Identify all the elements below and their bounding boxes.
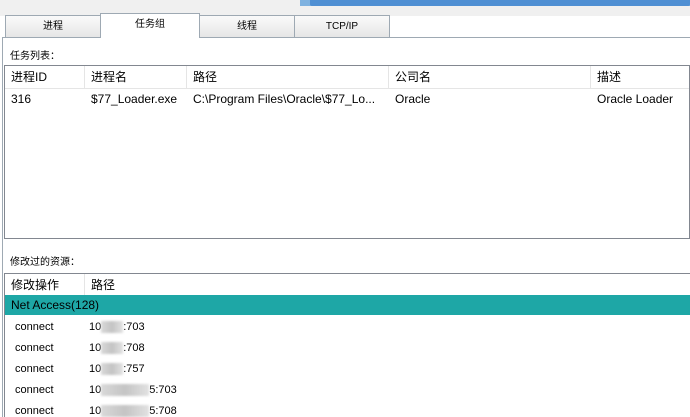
address-text: 10:708 <box>89 342 145 355</box>
redacted-block <box>101 405 150 417</box>
operation-text: connect <box>15 342 54 354</box>
cell-company: Oracle <box>395 92 431 106</box>
group-header-net-access[interactable]: Net Access(128) <box>5 295 690 315</box>
task-list-view[interactable]: 进程ID 进程名 路径 公司名 描述 316 $77_Loader.exe C:… <box>4 65 690 239</box>
modified-resources-label: 修改过的资源： <box>10 257 80 268</box>
modified-header: 修改操作 路径 <box>5 274 690 297</box>
task-list-label: 任务列表： <box>10 51 60 62</box>
cell-path: C:\Program Files\Oracle\$77_Lo... <box>193 92 376 106</box>
operation-text: connect <box>15 384 54 396</box>
column-header-resource-path[interactable]: 路径 <box>85 274 690 296</box>
cell-process-name: $77_Loader.exe <box>91 92 178 106</box>
tab-process[interactable]: 进程 <box>5 15 101 37</box>
column-header-description[interactable]: 描述 <box>591 66 689 88</box>
column-header-process-name[interactable]: 进程名 <box>85 66 187 88</box>
address-text: 10 5:703 <box>89 384 177 397</box>
tab-threads[interactable]: 线程 <box>199 15 295 37</box>
column-header-path[interactable]: 路径 <box>187 66 389 88</box>
tab-task-group[interactable]: 任务组 <box>100 13 200 38</box>
column-header-company[interactable]: 公司名 <box>389 66 591 88</box>
column-header-operation[interactable]: 修改操作 <box>5 274 85 296</box>
window-title-obscured <box>310 0 690 6</box>
modified-resources-view[interactable]: 修改操作 路径 Net Access(128) connect 10:703 c… <box>4 273 690 417</box>
redacted-block <box>101 384 150 397</box>
operation-text: connect <box>15 405 54 417</box>
redacted-block <box>101 363 124 376</box>
redacted-block <box>101 321 124 334</box>
column-header-pid[interactable]: 进程ID <box>5 66 85 88</box>
operation-text: connect <box>15 321 54 333</box>
cell-description: Oracle Loader <box>597 92 674 106</box>
address-text: 10 5:708 <box>89 405 177 417</box>
address-text: 10:703 <box>89 321 145 334</box>
cell-pid: 316 <box>11 92 32 106</box>
task-list-header: 进程ID 进程名 路径 公司名 描述 <box>5 66 689 89</box>
redacted-block <box>101 342 124 355</box>
tab-tcpip[interactable]: TCP/IP <box>294 15 390 37</box>
address-text: 10:757 <box>89 363 145 376</box>
operation-text: connect <box>15 363 54 375</box>
